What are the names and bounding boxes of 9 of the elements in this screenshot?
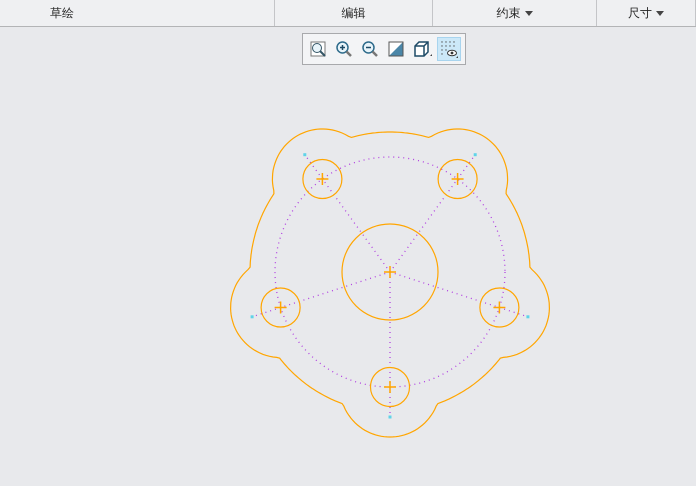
caret-icon xyxy=(656,10,664,16)
ribbon-group-button[interactable]: 尺寸 xyxy=(622,2,670,24)
cube-icon xyxy=(413,40,433,58)
ribbon-group-button[interactable]: 草绘 xyxy=(44,2,80,24)
caret-icon xyxy=(524,10,532,16)
ribbon-group-button[interactable]: 编辑 xyxy=(336,2,372,24)
dot-grid-eye-icon xyxy=(439,40,459,58)
ribbon-group-button[interactable]: 约束 xyxy=(490,2,538,24)
toolbar-button[interactable] xyxy=(437,37,461,61)
